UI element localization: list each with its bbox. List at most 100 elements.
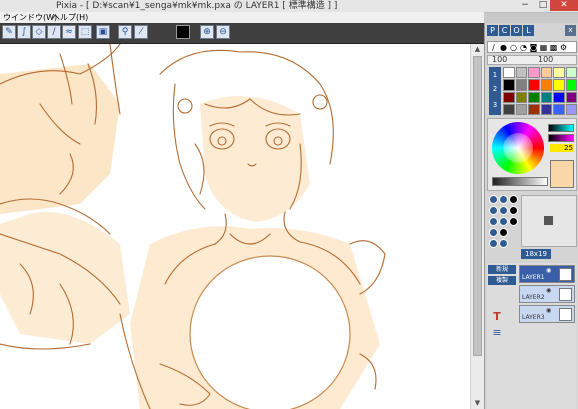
palette-swatch[interactable] xyxy=(553,67,565,79)
maximize-button[interactable]: □ xyxy=(535,0,551,11)
brush-settings-icon[interactable]: ⚙ xyxy=(559,43,568,52)
palette-swatch[interactable] xyxy=(565,67,577,79)
palette-tab-1[interactable]: 1 xyxy=(489,71,501,79)
eye-icon[interactable]: ◉ xyxy=(546,307,551,314)
palette-swatch[interactable] xyxy=(528,67,540,79)
tab-o[interactable]: O xyxy=(511,25,522,36)
canvas-vertical-scrollbar[interactable]: ▲ ▼ xyxy=(470,44,484,409)
brush-size-field[interactable]: 18x19 xyxy=(521,249,551,259)
palette-swatch[interactable] xyxy=(528,91,540,103)
brush-shape-6[interactable] xyxy=(509,206,518,215)
toolbar: ✎ ∫ ◇ ∕ ≈ ⬚ ▣ ⚲ ⁄ ⊕ ⊖ xyxy=(0,23,484,44)
new-layer-button[interactable]: 新規 xyxy=(488,265,516,274)
palette-swatch[interactable] xyxy=(540,67,552,79)
color-wheel[interactable] xyxy=(492,122,544,174)
palette-swatch[interactable] xyxy=(540,103,552,115)
select-icon[interactable]: ⬚ xyxy=(78,25,92,39)
menu-window[interactable]: ウインドウ(W) xyxy=(3,12,57,23)
cyan-bar[interactable] xyxy=(548,124,574,132)
palette-swatch[interactable] xyxy=(540,79,552,91)
layer-row[interactable]: ◉ LAYER1 xyxy=(519,265,575,283)
brush-shape-11[interactable] xyxy=(499,228,508,237)
palette-swatch[interactable] xyxy=(553,79,565,91)
palette-swatch[interactable] xyxy=(565,103,577,115)
gray-bar[interactable] xyxy=(492,177,548,186)
minimize-button[interactable]: − xyxy=(517,0,533,11)
layer-row[interactable]: ◉ LAYER2 xyxy=(519,285,575,303)
palette-swatch[interactable] xyxy=(503,91,515,103)
palette-swatch[interactable] xyxy=(515,103,527,115)
tab-l[interactable]: L xyxy=(523,25,534,36)
brush-shape-13[interactable] xyxy=(499,239,508,248)
layer-row[interactable]: ◉ LAYER3 xyxy=(519,305,575,323)
brush-shape-8[interactable] xyxy=(499,217,508,226)
eye-icon[interactable]: ◉ xyxy=(546,267,551,274)
layer-list-icon[interactable]: ≡ xyxy=(491,327,503,339)
palette-swatch[interactable] xyxy=(503,103,515,115)
palette-swatch[interactable] xyxy=(553,91,565,103)
brush-texture-icon[interactable]: ▩ xyxy=(549,43,558,52)
brush-air-icon[interactable]: ◔ xyxy=(519,43,528,52)
scroll-thumb[interactable] xyxy=(473,56,482,356)
brush-shape-1[interactable] xyxy=(489,195,498,204)
zoom-out-icon[interactable]: ⊖ xyxy=(216,25,230,39)
eraser-icon[interactable]: ◇ xyxy=(32,25,46,39)
tab-p[interactable]: P xyxy=(487,25,498,36)
brush-shape-7[interactable] xyxy=(489,217,498,226)
magenta-bar[interactable] xyxy=(548,134,574,142)
palette-swatch[interactable] xyxy=(503,79,515,91)
layer-name: LAYER1 xyxy=(522,274,545,281)
scroll-down-icon[interactable]: ▼ xyxy=(471,398,484,408)
brush-opacity-slider[interactable]: 100 100 xyxy=(487,55,577,65)
brush-shape-3[interactable] xyxy=(509,195,518,204)
pencil-icon[interactable]: ✎ xyxy=(2,25,16,39)
slider-value-2: 100 xyxy=(538,55,554,64)
brush-icon[interactable]: ∕ xyxy=(47,25,61,39)
duplicate-layer-button[interactable]: 複製 xyxy=(488,276,516,285)
palette-swatch[interactable] xyxy=(553,103,565,115)
smudge-icon[interactable]: ≈ xyxy=(62,25,76,39)
palette-swatch[interactable] xyxy=(565,91,577,103)
fill-icon[interactable]: ▣ xyxy=(96,25,110,39)
slider-value-1: 100 xyxy=(492,55,508,64)
palette-swatch[interactable] xyxy=(515,91,527,103)
palette-swatch[interactable] xyxy=(528,79,540,91)
tab-c[interactable]: C xyxy=(499,25,510,36)
palette-swatch[interactable] xyxy=(503,67,515,79)
current-color-swatch[interactable] xyxy=(176,25,190,39)
brush-preview-dot xyxy=(544,216,553,225)
brush-shape-12[interactable] xyxy=(489,239,498,248)
palette-swatch[interactable] xyxy=(515,79,527,91)
brush-shape-4[interactable] xyxy=(489,206,498,215)
brush-soft-icon[interactable]: ○ xyxy=(509,43,518,52)
zoom-in-icon[interactable]: ⊕ xyxy=(200,25,214,39)
text-tool-icon[interactable]: T xyxy=(491,311,503,323)
brush-type-row: ∕ ● ○ ◔ ◙ ▦ ▩ ⚙ xyxy=(487,41,577,53)
brush-pen-icon[interactable]: ∕ xyxy=(489,43,498,52)
yellow-value[interactable]: 25 xyxy=(550,144,574,152)
eye-icon[interactable]: ◉ xyxy=(546,287,551,294)
line-icon[interactable]: ⁄ xyxy=(134,25,148,39)
palette-swatch[interactable] xyxy=(515,67,527,79)
brush-shape-2[interactable] xyxy=(499,195,508,204)
palette-swatch[interactable] xyxy=(565,79,577,91)
brush-preview xyxy=(521,195,577,247)
brush-pattern-icon[interactable]: ▦ xyxy=(539,43,548,52)
scroll-up-icon[interactable]: ▲ xyxy=(471,44,484,54)
picker-icon[interactable]: ⚲ xyxy=(118,25,132,39)
close-button[interactable]: ✕ xyxy=(550,0,578,11)
brush-shape-10[interactable] xyxy=(489,228,498,237)
palette-tab-3[interactable]: 3 xyxy=(489,101,501,109)
drawing-canvas[interactable] xyxy=(0,44,470,409)
palette-swatch[interactable] xyxy=(540,91,552,103)
palette-tab-2[interactable]: 2 xyxy=(489,85,501,93)
brush-blur-icon[interactable]: ◙ xyxy=(529,43,538,52)
color-picker: 25 xyxy=(487,118,577,191)
brush-shape-5[interactable] xyxy=(499,206,508,215)
curve-icon[interactable]: ∫ xyxy=(17,25,31,39)
menu-help[interactable]: ヘルプ(H) xyxy=(52,12,88,23)
panel-close-button[interactable]: x xyxy=(565,25,576,36)
palette-swatch[interactable] xyxy=(528,103,540,115)
brush-dot-icon[interactable]: ● xyxy=(499,43,508,52)
brush-shape-9[interactable] xyxy=(509,217,518,226)
